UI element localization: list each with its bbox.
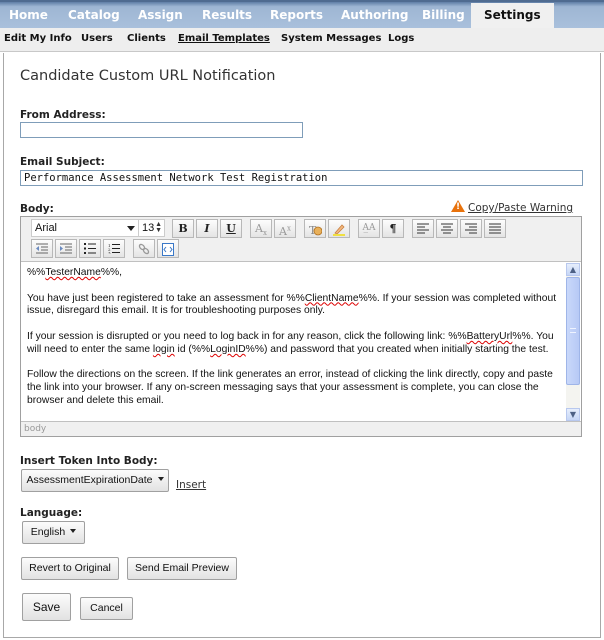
tab-billing[interactable]: Billing <box>422 4 465 30</box>
italic-button[interactable]: I <box>196 219 218 238</box>
tab-settings[interactable]: Settings <box>471 3 554 30</box>
subscript-button[interactable]: Ax <box>250 219 272 238</box>
align-right-icon <box>465 223 477 234</box>
save-button[interactable]: Save <box>22 593 71 621</box>
tab-catalog[interactable]: Catalog <box>68 4 120 30</box>
font-size-select[interactable]: 13 ▲ ▼ <box>139 219 165 237</box>
language-label: Language: <box>20 507 83 519</box>
revert-to-original-button[interactable]: Revert to Original <box>21 557 119 580</box>
subscript-icon: Ax <box>255 222 267 238</box>
tab-results[interactable]: Results <box>202 4 252 30</box>
pilcrow-icon: ¶ <box>389 222 397 235</box>
token-select[interactable]: AssessmentExpirationDate <box>21 469 169 492</box>
align-left-button[interactable] <box>412 219 434 238</box>
subnav-clients[interactable]: Clients <box>127 33 166 44</box>
editor-toolbar-row-2: 123 <box>31 239 231 259</box>
body-text[interactable]: %%TesterName%%, You have just been regis… <box>27 267 563 421</box>
bullet-list-button[interactable] <box>79 239 101 258</box>
body-paragraph: You have just been registered to take an… <box>27 292 557 317</box>
body-paragraph: If your session is disrupted or you need… <box>27 330 554 355</box>
text-color-button[interactable]: T <box>304 219 326 238</box>
insert-token-label: Insert Token Into Body: <box>20 455 158 467</box>
link-button[interactable] <box>133 239 155 258</box>
scroll-up-icon[interactable]: ▲ <box>566 263 580 276</box>
highlighter-icon <box>333 224 345 236</box>
indent-icon <box>60 243 72 254</box>
editor-toolbar-row-1: Arial 13 ▲ ▼ B I U Ax Ax T A̲A ¶ <box>31 219 581 239</box>
body-paragraph: Follow the directions on the screen. If … <box>27 369 553 406</box>
align-center-icon <box>441 223 453 234</box>
editor-scrollbar[interactable]: ▲ ▼ <box>566 263 580 421</box>
language-select[interactable]: English <box>22 521 85 544</box>
page-title: Candidate Custom URL Notification <box>20 68 276 84</box>
superscript-button[interactable]: Ax <box>274 219 296 238</box>
body-label: Body: <box>20 203 54 215</box>
subnav-email-templates[interactable]: Email Templates <box>178 33 270 44</box>
from-address-label: From Address: <box>20 109 106 121</box>
top-nav: Home Catalog Assign Results Reports Auth… <box>0 0 604 30</box>
font-family-select[interactable]: Arial <box>31 219 139 237</box>
format-button[interactable]: A̲A <box>358 219 380 238</box>
chevron-down-icon <box>157 477 164 481</box>
outdent-button[interactable] <box>31 239 53 258</box>
font-format-icon: A̲A <box>362 223 376 233</box>
body-editor: Arial 13 ▲ ▼ B I U Ax Ax T A̲A ¶ 1 2 3 %… <box>20 216 582 437</box>
subnav-logs[interactable]: Logs <box>388 33 414 44</box>
tab-reports[interactable]: Reports <box>270 4 323 30</box>
tab-home[interactable]: Home <box>9 4 48 30</box>
chevron-down-icon <box>127 226 135 231</box>
text-color-icon: T <box>309 224 322 236</box>
scroll-down-icon[interactable]: ▼ <box>566 408 580 421</box>
scroll-thumb[interactable] <box>566 277 580 385</box>
body-paragraph: %%TesterName%%, <box>27 267 123 278</box>
grip-icon <box>570 328 576 333</box>
spinner-icon: ▲ ▼ <box>155 221 162 234</box>
justify-icon <box>489 223 501 234</box>
tab-assign[interactable]: Assign <box>138 4 183 30</box>
html-source-button[interactable] <box>157 239 179 258</box>
highlight-button[interactable] <box>328 219 350 238</box>
link-icon <box>138 243 150 255</box>
editor-element-path: body <box>24 424 47 434</box>
subnav-system-messages[interactable]: System Messages <box>281 33 381 44</box>
numbered-list-button[interactable]: 123 <box>103 239 125 258</box>
outdent-icon <box>36 243 48 254</box>
align-left-icon <box>417 223 429 234</box>
send-email-preview-button[interactable]: Send Email Preview <box>127 557 237 580</box>
indent-button[interactable] <box>55 239 77 258</box>
body-editor-content[interactable]: %%TesterName%%, You have just been regis… <box>21 261 581 422</box>
email-subject-label: Email Subject: <box>20 156 105 168</box>
svg-text:3: 3 <box>108 251 111 255</box>
chevron-down-icon <box>70 529 77 533</box>
from-address-input[interactable] <box>20 122 303 138</box>
superscript-icon: Ax <box>279 224 291 238</box>
bullet-list-icon <box>84 243 96 254</box>
html-source-icon <box>162 243 174 256</box>
paragraph-button[interactable]: ¶ <box>382 219 404 238</box>
numbered-list-icon: 123 <box>108 243 120 254</box>
sub-nav: Edit My Info Users Clients Email Templat… <box>0 28 604 52</box>
warning-icon: ! <box>451 200 465 212</box>
underline-button[interactable]: U <box>220 219 242 238</box>
tab-authoring[interactable]: Authoring <box>341 4 409 30</box>
copy-paste-warning[interactable]: ! Copy/Paste Warning <box>451 200 573 214</box>
subnav-edit-my-info[interactable]: Edit My Info <box>4 33 72 44</box>
align-center-button[interactable] <box>436 219 458 238</box>
align-right-button[interactable] <box>460 219 482 238</box>
email-subject-input[interactable] <box>20 170 583 186</box>
bold-button[interactable]: B <box>172 219 194 238</box>
cancel-button[interactable]: Cancel <box>80 597 133 620</box>
justify-button[interactable] <box>484 219 506 238</box>
copy-paste-warning-link[interactable]: Copy/Paste Warning <box>468 202 573 214</box>
subnav-users[interactable]: Users <box>81 33 113 44</box>
insert-token-link[interactable]: Insert <box>176 479 206 491</box>
